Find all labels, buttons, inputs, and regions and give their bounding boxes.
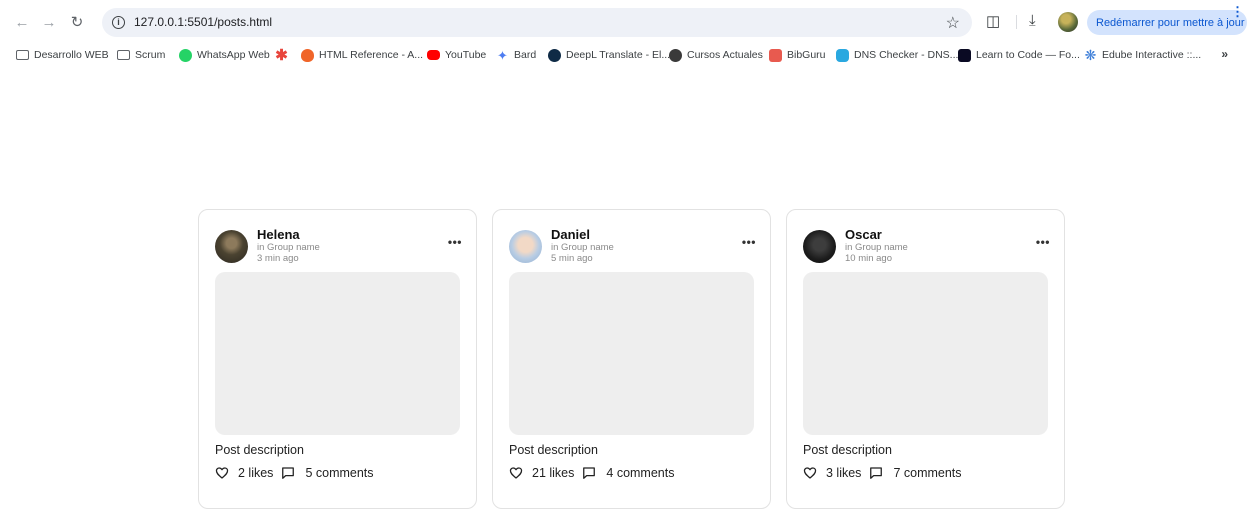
author-name[interactable]: Helena — [257, 227, 300, 242]
likes-count[interactable]: 21 likes — [532, 466, 574, 480]
comments-count[interactable]: 7 comments — [893, 466, 961, 480]
post-description: Post description — [509, 443, 598, 457]
bookmark-label: YouTube — [445, 49, 487, 61]
bookmark-html-reference[interactable]: HTML Reference - A... — [301, 47, 423, 63]
post-actions: 2 likes 5 comments — [215, 466, 374, 480]
more-options-icon[interactable]: ••• — [1036, 235, 1050, 249]
bibguru-icon — [769, 48, 782, 62]
bookmark-label: Bard — [514, 49, 537, 61]
toolbar-divider — [1016, 15, 1017, 29]
html-icon — [301, 48, 314, 62]
comments-count[interactable]: 4 comments — [606, 466, 674, 480]
back-arrow-icon[interactable]: ← — [11, 11, 33, 33]
post-card: Oscar in Group name 10 min ago ••• Post … — [786, 209, 1065, 509]
group-name[interactable]: in Group name — [845, 242, 908, 253]
update-button[interactable]: Redémarrer pour mettre à jour — [1087, 10, 1247, 35]
group-name[interactable]: in Group name — [257, 242, 320, 253]
address-bar[interactable]: i 127.0.0.1:5501/posts.html ☆ — [102, 8, 972, 37]
asterisk-icon: ✱ — [275, 46, 288, 64]
bookmark-label: WhatsApp Web — [197, 49, 270, 61]
bookmarks-bar: Desarrollo WEB Scrum WhatsApp Web ✱ HTML… — [0, 44, 1252, 66]
bookmark-star-icon[interactable]: ☆ — [946, 13, 960, 33]
heart-icon[interactable] — [803, 466, 817, 480]
bookmark-youtube[interactable]: YouTube — [427, 47, 486, 63]
comment-icon[interactable] — [281, 466, 295, 480]
more-options-icon[interactable]: ••• — [742, 235, 756, 249]
extensions-icon[interactable]: ◫ — [986, 12, 1000, 30]
post-image-placeholder — [509, 272, 754, 435]
group-name[interactable]: in Group name — [551, 242, 614, 253]
post-card: Helena in Group name 3 min ago ••• Post … — [198, 209, 477, 509]
post-actions: 21 likes 4 comments — [509, 466, 674, 480]
bookmark-bard[interactable]: ✦ Bard — [496, 47, 536, 63]
bookmark-bibguru[interactable]: BibGuru — [769, 47, 826, 63]
bookmark-label: DNS Checker - DNS... — [854, 49, 959, 61]
reload-icon[interactable]: ↻ — [66, 11, 88, 33]
heart-icon[interactable] — [509, 466, 523, 480]
edube-icon: ❋ — [1084, 46, 1097, 63]
bookmark-label: Edube Interactive ::... — [1102, 49, 1202, 61]
post-image-placeholder — [215, 272, 460, 435]
bookmark-label: Desarrollo WEB — [34, 49, 109, 61]
avatar[interactable] — [509, 230, 542, 263]
comments-count[interactable]: 5 comments — [305, 466, 373, 480]
cursos-icon — [669, 48, 682, 62]
browser-toolbar: ← → ↻ i 127.0.0.1:5501/posts.html ☆ ◫ ⤓ … — [0, 0, 1252, 44]
bookmark-label: Scrum — [135, 49, 166, 61]
likes-count[interactable]: 2 likes — [238, 466, 273, 480]
bookmark-deepl[interactable]: DeepL Translate - El... — [548, 47, 670, 63]
bard-icon: ✦ — [497, 47, 508, 63]
bookmark-dns-checker[interactable]: DNS Checker - DNS... — [836, 47, 958, 63]
post-time: 3 min ago — [257, 253, 299, 264]
avatar[interactable] — [215, 230, 248, 263]
bookmark-label: Cursos Actuales — [687, 49, 763, 61]
deepl-icon — [548, 48, 561, 62]
update-button-label: Redémarrer pour mettre à jour — [1096, 16, 1245, 29]
bookmark-label: DeepL Translate - El... — [566, 49, 671, 61]
bookmark-desarrollo-web[interactable]: Desarrollo WEB — [16, 47, 109, 63]
post-time: 5 min ago — [551, 253, 593, 264]
post-description: Post description — [803, 443, 892, 457]
bookmarks-overflow-icon[interactable]: » — [1221, 47, 1228, 61]
post-description: Post description — [215, 443, 304, 457]
bookmark-label: HTML Reference - A... — [319, 49, 424, 61]
post-time: 10 min ago — [845, 253, 893, 264]
comment-icon[interactable] — [869, 466, 883, 480]
browser-menu-icon[interactable]: ⋮ — [1231, 4, 1244, 20]
author-name[interactable]: Daniel — [551, 227, 590, 242]
post-card: Daniel in Group name 5 min ago ••• Post … — [492, 209, 771, 509]
author-name[interactable]: Oscar — [845, 227, 882, 242]
heart-icon[interactable] — [215, 466, 229, 480]
freecodecamp-icon — [958, 48, 971, 62]
site-info-icon[interactable]: i — [112, 16, 125, 29]
post-image-placeholder — [803, 272, 1048, 435]
bookmark-whatsapp[interactable]: WhatsApp Web — [179, 47, 270, 63]
bookmark-label: BibGuru — [787, 49, 826, 61]
likes-count[interactable]: 3 likes — [826, 466, 861, 480]
post-actions: 3 likes 7 comments — [803, 466, 962, 480]
comment-icon[interactable] — [582, 466, 596, 480]
bookmark-cursos[interactable]: Cursos Actuales — [669, 47, 763, 63]
whatsapp-icon — [179, 48, 192, 62]
forward-arrow-icon[interactable]: → — [38, 11, 60, 33]
bookmark-edube[interactable]: ❋ Edube Interactive ::... — [1084, 46, 1202, 63]
folder-icon — [16, 50, 29, 60]
bookmark-scrum[interactable]: Scrum — [117, 47, 165, 63]
more-options-icon[interactable]: ••• — [448, 235, 462, 249]
bookmark-asterisk[interactable]: ✱ — [275, 47, 293, 63]
avatar[interactable] — [803, 230, 836, 263]
profile-avatar[interactable] — [1058, 12, 1078, 32]
bookmark-label: Learn to Code — Fo... — [976, 49, 1080, 61]
youtube-icon — [427, 50, 440, 60]
url-text[interactable]: 127.0.0.1:5501/posts.html — [134, 15, 272, 29]
folder-icon — [117, 50, 130, 60]
download-icon[interactable]: ⤓ — [1029, 12, 1036, 29]
bookmark-learn-to-code[interactable]: Learn to Code — Fo... — [958, 47, 1080, 63]
dns-icon — [836, 48, 849, 62]
